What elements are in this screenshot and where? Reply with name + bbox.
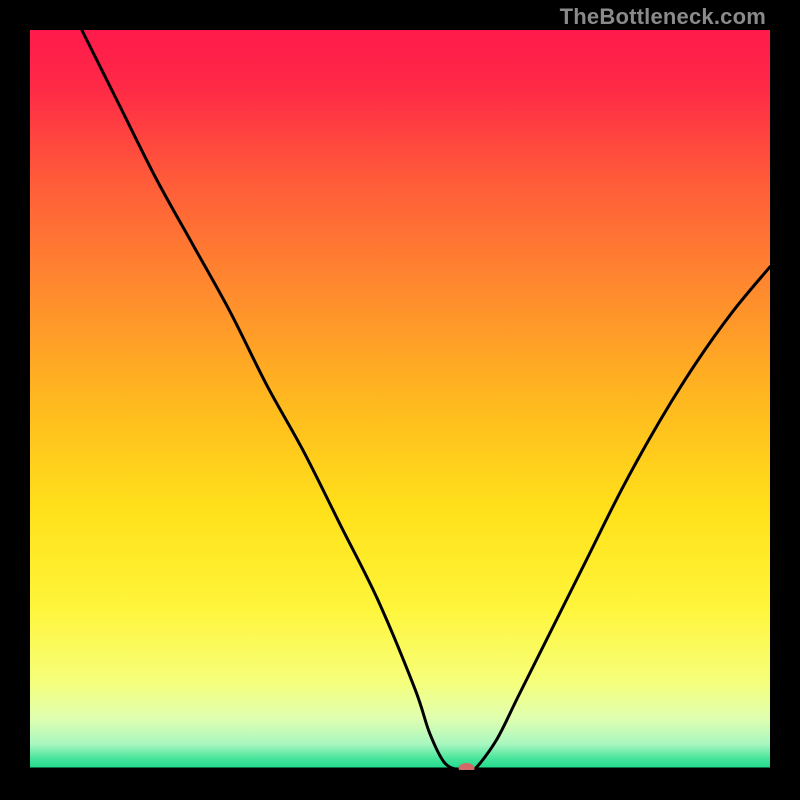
chart-background [30, 30, 770, 770]
bottleneck-chart [30, 30, 770, 770]
watermark-text: TheBottleneck.com [560, 4, 766, 30]
chart-frame [30, 30, 770, 770]
